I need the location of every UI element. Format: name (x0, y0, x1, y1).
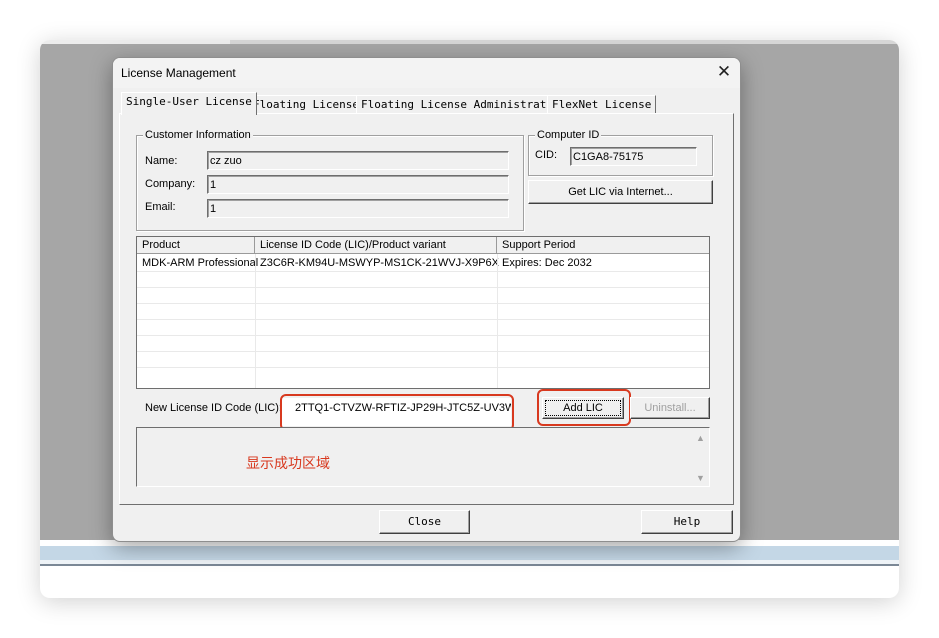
background-taskbar (40, 546, 899, 560)
close-icon[interactable]: ✕ (713, 61, 735, 83)
column-header-lic[interactable]: License ID Code (LIC)/Product variant (255, 237, 497, 254)
tab-floating-license-administrator[interactable]: Floating License Administrator (356, 95, 565, 114)
grid-divider (497, 254, 498, 388)
help-button[interactable]: Help (641, 510, 733, 534)
status-area (136, 427, 710, 487)
tab-single-user-license[interactable]: Single-User License (121, 92, 257, 115)
scroll-up-icon[interactable]: ▲ (696, 433, 705, 443)
highlight-add-lic-button (537, 389, 631, 426)
company-label: Company: (145, 178, 196, 190)
title-bar: License Management ✕ (113, 58, 740, 88)
grid-line (137, 303, 709, 304)
uninstall-button[interactable]: Uninstall... (630, 397, 710, 419)
license-list: Product License ID Code (LIC)/Product va… (136, 236, 710, 389)
dialog-title: License Management (121, 66, 236, 80)
tab-floating-license[interactable]: Floating License (248, 95, 364, 114)
new-lic-label: New License ID Code (LIC): (145, 402, 282, 414)
grid-line (137, 367, 709, 368)
column-header-support-period[interactable]: Support Period (497, 237, 709, 254)
cid-label: CID: (535, 149, 557, 161)
customer-information-label: Customer Information (143, 129, 253, 142)
column-header-product[interactable]: Product (137, 237, 255, 254)
cid-field[interactable]: C1GA8-75175 (570, 147, 697, 166)
cell-support-period: Expires: Dec 2032 (502, 257, 592, 269)
grid-line (137, 287, 709, 288)
cell-product: MDK-ARM Professional (142, 257, 259, 269)
highlight-new-lic-input (280, 394, 514, 431)
get-lic-via-internet-button[interactable]: Get LIC via Internet... (528, 180, 713, 204)
grid-line (137, 319, 709, 320)
cell-lic: Z3C6R-KM94U-MSWYP-MS1CK-21WVJ-X9P6X (260, 257, 499, 269)
status-text: 显示成功区域 (246, 455, 330, 471)
background-topline-segment (230, 40, 899, 44)
name-field[interactable]: cz zuo (207, 151, 509, 170)
grid-line (137, 335, 709, 336)
background-strip (40, 564, 899, 566)
close-button[interactable]: Close (379, 510, 470, 534)
email-label: Email: (145, 201, 176, 213)
company-field[interactable]: 1 (207, 175, 509, 194)
grid-divider (255, 254, 256, 388)
tab-flexnet-license[interactable]: FlexNet License (547, 95, 657, 114)
scroll-down-icon[interactable]: ▼ (696, 473, 705, 483)
grid-line (137, 271, 709, 272)
grid-line (137, 351, 709, 352)
name-label: Name: (145, 155, 178, 167)
email-field[interactable]: 1 (207, 199, 509, 218)
computer-id-label: Computer ID (535, 129, 602, 142)
